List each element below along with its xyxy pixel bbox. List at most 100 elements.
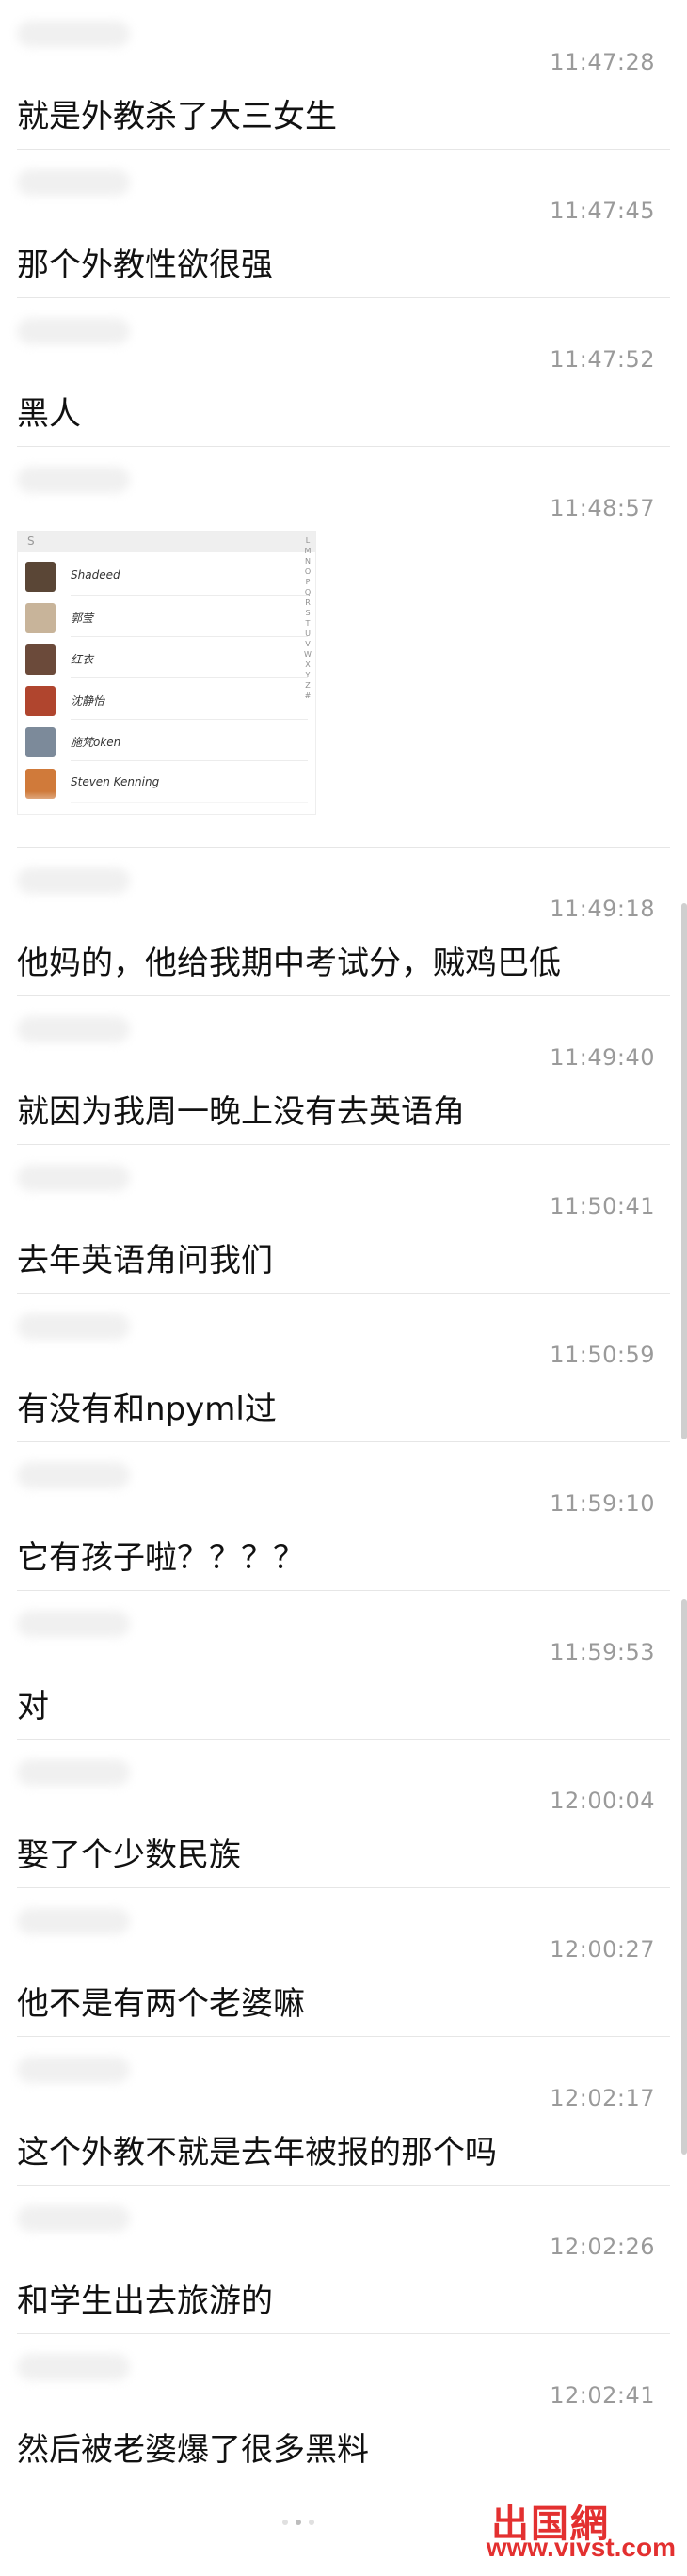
chat-message[interactable]: 11:47:28 就是外教杀了大三女生 bbox=[0, 0, 687, 149]
chat-message[interactable]: 12:00:04 娶了个少数民族 bbox=[0, 1739, 687, 1887]
sender-name-blurred bbox=[17, 1908, 130, 1934]
contact-avatar bbox=[25, 603, 56, 633]
message-text[interactable]: 他妈的，他给我期中考试分，贼鸡巴低 bbox=[17, 937, 561, 983]
message-image-contact-list[interactable]: S Shadeed 郭莹红衣沈静怡施梵oken Steven Kenning L M N O P… bbox=[17, 531, 316, 815]
message-text[interactable]: 娶了个少数民族 bbox=[17, 1829, 241, 1875]
message-separator bbox=[17, 2185, 670, 2186]
message-time: 12:02:26 bbox=[550, 2234, 655, 2260]
message-separator bbox=[17, 1293, 670, 1294]
message-text[interactable]: 有没有和npyml过 bbox=[17, 1383, 277, 1429]
message-separator bbox=[17, 995, 670, 996]
contact-avatar bbox=[25, 686, 56, 716]
chat-message-list[interactable]: 11:47:28 就是外教杀了大三女生 11:47:45 那个外教性欲很强 11:47:… bbox=[0, 0, 687, 2576]
message-separator bbox=[17, 297, 670, 298]
message-separator bbox=[17, 149, 670, 150]
contact-avatar bbox=[25, 562, 56, 592]
message-text[interactable]: 它有孩子啦？？？？ bbox=[17, 1532, 305, 1578]
message-text[interactable]: 和学生出去旅游的 bbox=[17, 2275, 273, 2321]
sender-name-blurred bbox=[17, 318, 130, 344]
contact-divider bbox=[71, 719, 308, 720]
search-bar: S bbox=[18, 532, 315, 552]
chat-message[interactable]: 11:49:18 他妈的，他给我期中考试分，贼鸡巴低 bbox=[0, 847, 687, 995]
message-separator bbox=[17, 1887, 670, 1888]
contact-divider bbox=[71, 760, 308, 761]
contact-name: Shadeed bbox=[71, 568, 120, 581]
message-time: 11:47:52 bbox=[550, 346, 655, 373]
sender-name-blurred bbox=[17, 169, 130, 196]
scrollbar-lower[interactable] bbox=[681, 1599, 687, 2155]
message-text[interactable]: 去年英语角问我们 bbox=[17, 1234, 273, 1280]
sender-name-blurred bbox=[17, 2354, 130, 2380]
chat-message[interactable]: 11:47:45 那个外教性欲很强 bbox=[0, 149, 687, 297]
contact-avatar bbox=[25, 644, 56, 675]
sender-name-blurred bbox=[17, 21, 130, 47]
message-separator bbox=[17, 2333, 670, 2334]
contact-name: 郭莹 bbox=[71, 612, 94, 625]
contact-name: 施梵oken bbox=[71, 736, 121, 749]
alphabet-index: L M N O P Q R S T U V W X Y Z # bbox=[304, 536, 312, 700]
contact-name: Steven Kenning bbox=[71, 775, 160, 788]
sender-name-blurred bbox=[17, 1165, 130, 1191]
message-text[interactable]: 黑人 bbox=[17, 388, 81, 434]
message-text[interactable]: 这个外教不就是去年被报的那个吗 bbox=[17, 2126, 497, 2172]
contact-row: 红衣 bbox=[25, 641, 308, 678]
message-text[interactable]: 那个外教性欲很强 bbox=[17, 239, 273, 285]
chat-message[interactable]: 12:00:27 他不是有两个老婆嘛 bbox=[0, 1887, 687, 2036]
contact-name: 沈静怡 bbox=[71, 694, 105, 708]
message-separator bbox=[17, 1739, 670, 1740]
chat-message[interactable]: 11:49:40 就因为我周一晚上没有去英语角 bbox=[0, 995, 687, 1144]
sender-name-blurred bbox=[17, 2057, 130, 2083]
chat-message[interactable]: 11:48:57 S Shadeed 郭莹红衣沈静怡施梵oken Steven Kenn… bbox=[0, 446, 687, 847]
contact-row: Shadeed bbox=[25, 558, 308, 596]
contact-row: 郭莹 bbox=[25, 599, 308, 637]
chat-message[interactable]: 11:47:52 黑人 bbox=[0, 297, 687, 446]
sender-name-blurred bbox=[17, 867, 130, 894]
chat-message[interactable]: 11:59:10 它有孩子啦？？？？ bbox=[0, 1441, 687, 1590]
message-time: 11:49:18 bbox=[550, 896, 655, 922]
message-separator bbox=[17, 1441, 670, 1442]
chat-message[interactable]: 12:02:17 这个外教不就是去年被报的那个吗 bbox=[0, 2036, 687, 2185]
message-time: 11:47:28 bbox=[550, 49, 655, 75]
watermark-site: www.vivst.com bbox=[486, 2533, 676, 2562]
search-glyph: S bbox=[27, 534, 35, 548]
sender-name-blurred bbox=[17, 467, 130, 493]
message-separator bbox=[17, 847, 670, 848]
message-text[interactable]: 就是外教杀了大三女生 bbox=[17, 90, 337, 136]
image-fade bbox=[18, 791, 315, 814]
message-separator bbox=[17, 1144, 670, 1145]
contact-divider bbox=[71, 677, 308, 678]
message-time: 12:02:17 bbox=[550, 2085, 655, 2111]
message-text[interactable]: 就因为我周一晚上没有去英语角 bbox=[17, 1086, 465, 1132]
message-separator bbox=[17, 2036, 670, 2037]
message-time: 12:02:41 bbox=[550, 2382, 655, 2409]
message-time: 11:50:41 bbox=[550, 1193, 655, 1219]
message-time: 12:00:04 bbox=[550, 1788, 655, 1814]
chat-message[interactable]: 11:59:53 对 bbox=[0, 1590, 687, 1739]
sender-name-blurred bbox=[17, 1313, 130, 1340]
sender-name-blurred bbox=[17, 1611, 130, 1637]
message-separator bbox=[17, 1590, 670, 1591]
message-time: 11:47:45 bbox=[550, 198, 655, 224]
contact-divider bbox=[71, 595, 308, 596]
contact-row: 施梵oken bbox=[25, 724, 308, 761]
sender-name-blurred bbox=[17, 2205, 130, 2232]
message-time: 11:50:59 bbox=[550, 1342, 655, 1368]
chat-message[interactable]: 12:02:26 和学生出去旅游的 bbox=[0, 2185, 687, 2333]
message-time: 11:59:53 bbox=[550, 1639, 655, 1665]
contact-divider bbox=[71, 636, 308, 637]
chat-message[interactable]: 12:02:41 然后被老婆爆了很多黑料 bbox=[0, 2333, 687, 2482]
message-time: 11:59:10 bbox=[550, 1490, 655, 1517]
chat-message[interactable]: 11:50:59 有没有和npyml过 bbox=[0, 1293, 687, 1441]
contact-avatar bbox=[25, 727, 56, 757]
message-text[interactable]: 对 bbox=[17, 1680, 49, 1726]
message-time: 11:48:57 bbox=[550, 495, 655, 521]
message-text[interactable]: 他不是有两个老婆嘛 bbox=[17, 1978, 305, 2024]
message-time: 11:49:40 bbox=[550, 1044, 655, 1071]
message-separator bbox=[17, 446, 670, 447]
message-text[interactable]: 然后被老婆爆了很多黑料 bbox=[17, 2424, 369, 2470]
chat-message[interactable]: 11:50:41 去年英语角问我们 bbox=[0, 1144, 687, 1293]
message-time: 12:00:27 bbox=[550, 1936, 655, 1963]
contact-row: 沈静怡 bbox=[25, 682, 308, 720]
scrollbar-upper[interactable] bbox=[681, 903, 687, 1439]
sender-name-blurred bbox=[17, 1759, 130, 1786]
